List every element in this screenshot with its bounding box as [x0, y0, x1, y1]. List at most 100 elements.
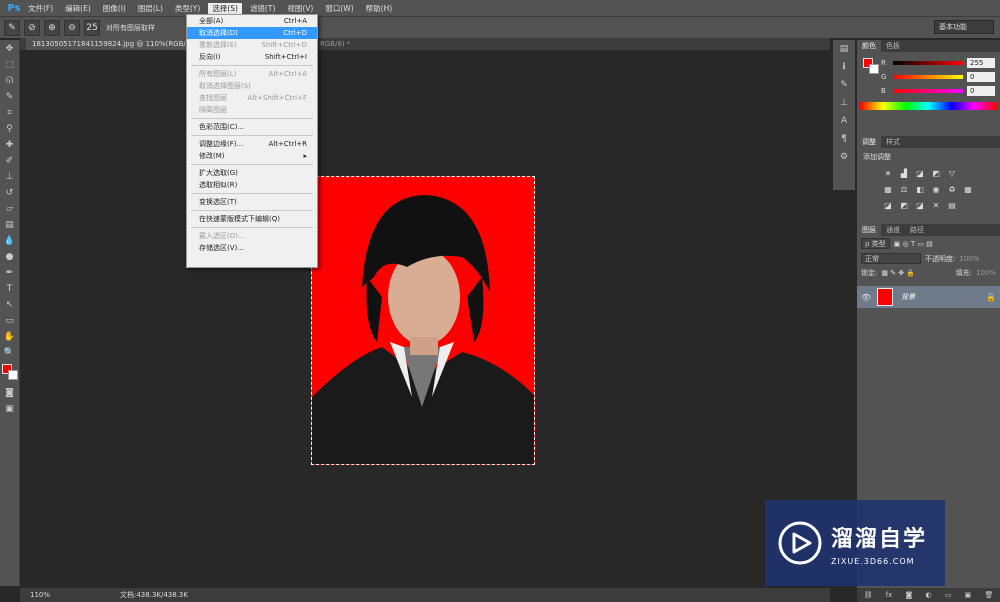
quick-mask-icon[interactable]: ◙ — [2, 386, 18, 400]
marquee-tool-icon[interactable]: ⬚ — [2, 58, 18, 72]
select-menu-item[interactable]: 修改(M) ▸ — [187, 150, 317, 162]
hand-tool-icon[interactable]: ✋ — [2, 330, 18, 344]
vibrance-icon[interactable]: ▽ — [947, 169, 957, 179]
menu-select[interactable]: 选择(S) — [208, 2, 242, 14]
gradient-tool-icon[interactable]: ▤ — [2, 218, 18, 232]
select-menu-item[interactable]: 取消选择(D) Ctrl+D — [187, 27, 317, 39]
brush-size-field[interactable]: 25 — [84, 19, 100, 36]
blend-mode-select[interactable]: 正常 — [861, 253, 921, 264]
document-photo[interactable] — [311, 176, 535, 465]
add-mask-icon[interactable]: ◙ — [906, 591, 913, 599]
selective-color-icon[interactable]: ✕ — [931, 201, 941, 211]
history-brush-tool-icon[interactable]: ↺ — [2, 186, 18, 200]
layer-name[interactable]: 背景 — [901, 292, 915, 302]
red-slider[interactable] — [893, 61, 963, 65]
exposure-icon[interactable]: ◩ — [931, 169, 941, 179]
green-slider[interactable] — [893, 75, 963, 79]
tool-presets-icon[interactable]: ⚙ — [836, 152, 852, 166]
visibility-eye-icon[interactable]: 👁 — [861, 293, 871, 302]
quick-selection-tool-icon[interactable]: ✎ — [2, 90, 18, 104]
document-tab-secondary[interactable]: RGB/8) * — [320, 38, 350, 50]
channel-mixer-icon[interactable]: ♻ — [947, 185, 957, 195]
zoom-tool-icon[interactable]: 🔍 — [2, 346, 18, 360]
tab-paths[interactable]: 路径 — [905, 224, 929, 236]
photo-filter-icon[interactable]: ◉ — [931, 185, 941, 195]
tab-adjustments[interactable]: 调整 — [857, 136, 881, 148]
select-menu-item[interactable]: 变换选区(T) — [187, 196, 317, 208]
subtract-selection-icon[interactable]: ⊖ — [64, 19, 80, 36]
select-menu-item[interactable]: 存储选区(V)... — [187, 242, 317, 254]
gradient-map-icon[interactable]: ▤ — [947, 201, 957, 211]
shape-tool-icon[interactable]: ▭ — [2, 314, 18, 328]
tab-color[interactable]: 颜色 — [857, 40, 881, 52]
select-menu-item[interactable]: 调整边缘(F)... Alt+Ctrl+R — [187, 138, 317, 150]
color-lookup-icon[interactable]: ▦ — [963, 185, 973, 195]
color-spectrum[interactable] — [860, 102, 997, 110]
document-tab[interactable]: 18130505171841159824.jpg @ 110%(RGB/8#) — [26, 38, 205, 50]
posterize-icon[interactable]: ◩ — [899, 201, 909, 211]
menu-view[interactable]: 视图(V) — [283, 3, 317, 14]
new-group-icon[interactable]: ▭ — [945, 591, 952, 599]
zoom-level[interactable]: 110% — [30, 591, 60, 599]
delete-layer-icon[interactable]: 🗑 — [984, 591, 993, 599]
brush-preset-icon[interactable]: ✎ — [4, 19, 20, 36]
select-menu-item[interactable]: 选取相似(R) — [187, 179, 317, 191]
select-menu-item[interactable]: 在快速蒙版模式下编辑(Q) — [187, 213, 317, 225]
select-menu-item[interactable]: 扩大选取(G) — [187, 167, 317, 179]
menu-help[interactable]: 帮助(H) — [362, 3, 397, 14]
hue-saturation-icon[interactable]: ▦ — [883, 185, 893, 195]
menu-image[interactable]: 图像(I) — [99, 3, 130, 14]
brush-tool-icon[interactable]: ✐ — [2, 154, 18, 168]
levels-icon[interactable]: ▟ — [899, 169, 909, 179]
properties-panel-icon[interactable]: ℹ — [836, 62, 852, 76]
menu-file[interactable]: 文件(F) — [24, 3, 57, 14]
dodge-tool-icon[interactable]: ● — [2, 250, 18, 264]
healing-brush-tool-icon[interactable]: ✚ — [2, 138, 18, 152]
pen-tool-icon[interactable]: ✒ — [2, 266, 18, 280]
paragraph-panel-icon[interactable]: ¶ — [836, 134, 852, 148]
color-swatches[interactable] — [1, 364, 18, 382]
layer-style-icon[interactable]: fx — [886, 591, 893, 599]
blue-value[interactable]: 0 — [967, 86, 995, 96]
fill-value[interactable]: 100% — [976, 269, 996, 277]
menu-window[interactable]: 窗口(W) — [321, 3, 357, 14]
move-tool-icon[interactable]: ✥ — [2, 42, 18, 56]
black-white-icon[interactable]: ◧ — [915, 185, 925, 195]
select-menu-item[interactable]: 全部(A) Ctrl+A — [187, 15, 317, 27]
lock-icons[interactable]: ▦ ✎ ✥ 🔒 — [881, 269, 915, 277]
screen-mode-icon[interactable]: ▣ — [2, 402, 18, 416]
opacity-value[interactable]: 100% — [959, 255, 979, 263]
color-balance-icon[interactable]: ⚖ — [899, 185, 909, 195]
brightness-icon[interactable]: ☀ — [883, 169, 893, 179]
blur-tool-icon[interactable]: 💧 — [2, 234, 18, 248]
tab-swatches[interactable]: 色板 — [881, 40, 905, 52]
eraser-tool-icon[interactable]: ▱ — [2, 202, 18, 216]
menu-edit[interactable]: 编辑(E) — [61, 3, 95, 14]
select-menu-item[interactable]: 色彩范围(C)... — [187, 121, 317, 133]
filter-icons[interactable]: ▣ ◎ T ▭ ▤ — [894, 240, 933, 248]
crop-tool-icon[interactable]: ⌗ — [2, 106, 18, 120]
menu-type[interactable]: 类型(Y) — [171, 3, 204, 14]
background-color-swatch[interactable] — [7, 370, 18, 380]
add-selection-icon[interactable]: ⊕ — [44, 19, 60, 36]
brush-panel-icon[interactable]: ✎ — [836, 80, 852, 94]
path-selection-tool-icon[interactable]: ↖ — [2, 298, 18, 312]
invert-icon[interactable]: ◪ — [883, 201, 893, 211]
new-layer-icon[interactable]: ▣ — [965, 591, 972, 599]
threshold-icon[interactable]: ◪ — [915, 201, 925, 211]
lasso-tool-icon[interactable]: ᘏ — [2, 74, 18, 88]
clone-stamp-tool-icon[interactable]: ⊥ — [2, 170, 18, 184]
blue-slider[interactable] — [893, 89, 963, 93]
green-value[interactable]: 0 — [967, 72, 995, 82]
curves-icon[interactable]: ◪ — [915, 169, 925, 179]
menu-layer[interactable]: 图层(L) — [134, 3, 167, 14]
layer-filter-select[interactable]: ρ 类型 — [861, 238, 890, 249]
link-layers-icon[interactable]: ⛓ — [864, 591, 873, 599]
type-tool-icon[interactable]: T — [2, 282, 18, 296]
red-value[interactable]: 255 — [967, 58, 995, 68]
select-menu-item[interactable]: 反向(I) Shift+Ctrl+I — [187, 51, 317, 63]
menu-filter[interactable]: 滤镜(T) — [246, 3, 279, 14]
history-panel-icon[interactable]: ▤ — [836, 44, 852, 58]
tab-channels[interactable]: 通道 — [881, 224, 905, 236]
tab-layers[interactable]: 图层 — [857, 224, 881, 236]
